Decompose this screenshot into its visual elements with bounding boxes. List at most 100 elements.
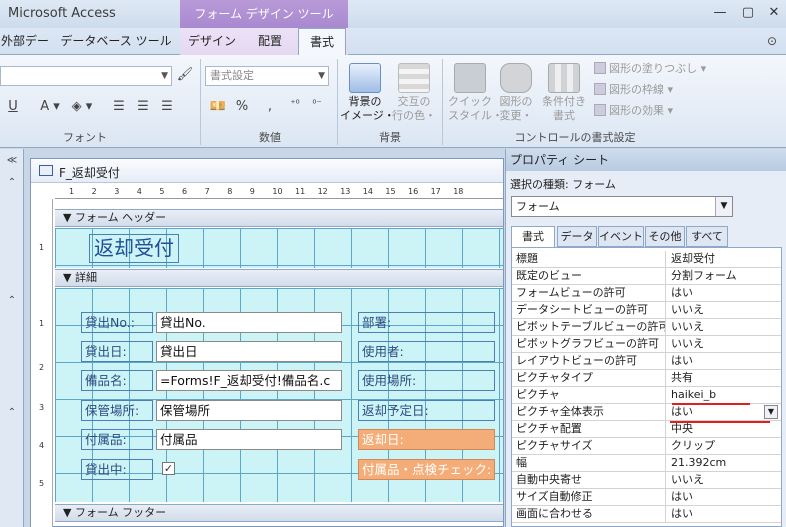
- font-color-icon[interactable]: A ▾: [36, 99, 64, 114]
- inspection-check-label[interactable]: 付属品・点検チェック:: [358, 459, 495, 480]
- equipment-name-label[interactable]: 備品名:: [81, 370, 153, 391]
- property-value[interactable]: クリップ: [667, 438, 781, 454]
- property-row[interactable]: 幅 21.392cm: [512, 455, 781, 472]
- property-row-selected[interactable]: ピクチャ全体表示 はい ▼: [512, 404, 781, 421]
- user-label[interactable]: 使用者:: [358, 341, 495, 362]
- shape-effect-button[interactable]: 図形の効果 ▾: [594, 103, 673, 119]
- form-title-label[interactable]: 返却受付: [89, 234, 179, 263]
- help-icon[interactable]: ⊙: [764, 34, 780, 48]
- tab-external-data[interactable]: 外部データ: [0, 28, 50, 75]
- underline-icon[interactable]: U: [6, 99, 20, 114]
- storage-location-textbox[interactable]: 保管場所: [156, 400, 342, 421]
- nav-collapse-icon[interactable]: ≪: [4, 155, 20, 166]
- property-row[interactable]: ピクチャタイプ 共有: [512, 370, 781, 387]
- property-row[interactable]: 標題 返却受付: [512, 251, 781, 268]
- tab-format[interactable]: 書式: [298, 28, 346, 56]
- property-row[interactable]: サイズ自動修正 はい: [512, 489, 781, 506]
- property-value[interactable]: いいえ: [667, 472, 781, 488]
- property-value[interactable]: 返却受付: [667, 251, 781, 267]
- property-row[interactable]: 画面に合わせる はい: [512, 506, 781, 523]
- background-image-button[interactable]: 背景の イメージ・: [340, 63, 395, 123]
- lending-no-textbox[interactable]: 貸出No.: [156, 312, 342, 333]
- property-value[interactable]: 中央: [667, 421, 781, 437]
- increase-decimal-icon[interactable]: ⁺⁰: [286, 99, 304, 110]
- format-painter-icon[interactable]: 🖌: [176, 67, 194, 82]
- change-shape-button[interactable]: 図形の 変更・: [494, 63, 538, 123]
- chevron-down-icon[interactable]: ▼: [715, 197, 732, 216]
- conditional-format-button[interactable]: 条件付き 書式: [538, 63, 590, 123]
- property-row[interactable]: ピクチャ配置 中央: [512, 421, 781, 438]
- minimize-button[interactable]: —: [708, 4, 732, 22]
- ps-tab-format[interactable]: 書式: [511, 226, 555, 248]
- property-row[interactable]: ピクチャサイズ クリップ: [512, 438, 781, 455]
- lending-date-label[interactable]: 貸出日:: [81, 341, 153, 362]
- property-value[interactable]: いいえ: [667, 302, 781, 318]
- currency-icon[interactable]: 💴: [208, 99, 228, 114]
- font-size-combo[interactable]: ▼: [0, 66, 172, 86]
- scheduled-return-label[interactable]: 返却予定日:: [358, 400, 495, 421]
- align-right-icon[interactable]: ☰: [158, 99, 176, 114]
- property-value[interactable]: haikei_b: [667, 387, 781, 403]
- ribbon-separator: [442, 59, 443, 145]
- property-value[interactable]: はい: [667, 489, 781, 505]
- fill-color-icon[interactable]: ◈ ▾: [68, 99, 96, 114]
- property-value[interactable]: 共有: [667, 370, 781, 386]
- percent-icon[interactable]: %: [234, 99, 250, 114]
- ps-tab-all[interactable]: すべて: [686, 226, 728, 247]
- tab-arrange[interactable]: 配置: [248, 28, 292, 55]
- chevron-down-icon[interactable]: ▼: [764, 405, 778, 419]
- property-row[interactable]: データシートビューの許可 いいえ: [512, 302, 781, 319]
- close-button[interactable]: ✕: [762, 4, 786, 22]
- lending-no-label[interactable]: 貸出No.:: [81, 312, 153, 333]
- ps-tab-other[interactable]: その他: [645, 226, 685, 247]
- comma-icon[interactable]: ,: [262, 99, 278, 114]
- property-row[interactable]: 自動中央寄せ いいえ: [512, 472, 781, 489]
- form-header-section-bar[interactable]: ▼ フォーム ヘッダー: [55, 209, 503, 227]
- property-row[interactable]: ピボットグラフビューの許可 いいえ: [512, 336, 781, 353]
- tab-design[interactable]: デザイン: [182, 28, 242, 55]
- property-row[interactable]: ピクチャ haikei_b: [512, 387, 781, 404]
- return-date-label[interactable]: 返却日:: [358, 429, 495, 450]
- property-value[interactable]: はい: [667, 506, 781, 522]
- quick-style-button[interactable]: クイック スタイル・: [448, 63, 503, 123]
- department-label[interactable]: 部署:: [358, 312, 495, 333]
- property-row[interactable]: レイアウトビューの許可 はい: [512, 353, 781, 370]
- align-left-icon[interactable]: ☰: [110, 99, 128, 114]
- form-footer-section-bar[interactable]: ▼ フォーム フッター: [55, 504, 503, 522]
- number-format-combo[interactable]: 書式設定 ▼: [205, 66, 329, 86]
- align-center-icon[interactable]: ☰: [134, 99, 152, 114]
- property-value[interactable]: 分割フォーム: [667, 268, 781, 284]
- shape-fill-button[interactable]: 図形の塗りつぶし ▾: [594, 61, 706, 77]
- object-selector[interactable]: フォーム ▼: [511, 196, 733, 217]
- equipment-name-textbox[interactable]: =Forms!F_返却受付!備品名.c: [156, 370, 342, 391]
- detail-section-bar[interactable]: ▼ 詳細: [55, 269, 503, 287]
- usage-location-label[interactable]: 使用場所:: [358, 370, 495, 391]
- nav-chevron-up-icon[interactable]: ⌃: [4, 407, 20, 418]
- property-value[interactable]: 21.392cm: [667, 455, 781, 471]
- property-row[interactable]: ピボットテーブルビューの許可 いいえ: [512, 319, 781, 336]
- property-value[interactable]: はい: [667, 353, 781, 369]
- property-value[interactable]: いいえ: [667, 336, 781, 352]
- property-value[interactable]: はい: [667, 285, 781, 301]
- maximize-button[interactable]: ▢: [736, 4, 760, 22]
- lending-date-textbox[interactable]: 貸出日: [156, 341, 342, 362]
- accessories-textbox[interactable]: 付属品: [156, 429, 342, 450]
- nav-chevron-up-icon[interactable]: ⌃: [4, 295, 20, 306]
- property-row[interactable]: 既定のビュー 分割フォーム: [512, 268, 781, 285]
- app-title: Microsoft Access: [8, 6, 116, 21]
- nav-chevron-up-icon[interactable]: ⌃: [4, 177, 20, 188]
- property-value[interactable]: いいえ: [667, 319, 781, 335]
- on-loan-checkbox[interactable]: ✓: [162, 462, 175, 475]
- property-name: ピクチャタイプ: [512, 370, 666, 386]
- tab-database-tools[interactable]: データベース ツール: [60, 28, 172, 55]
- property-row[interactable]: フォームビューの許可 はい: [512, 285, 781, 302]
- hruler-mark: 18: [453, 187, 464, 196]
- storage-location-label[interactable]: 保管場所:: [81, 400, 153, 421]
- decrease-decimal-icon[interactable]: ⁰⁻: [308, 99, 326, 110]
- ps-tab-data[interactable]: データ: [557, 226, 597, 247]
- shape-outline-button[interactable]: 図形の枠線 ▾: [594, 82, 673, 98]
- ps-tab-event[interactable]: イベント: [598, 226, 644, 247]
- on-loan-label[interactable]: 貸出中:: [81, 459, 153, 480]
- accessories-label[interactable]: 付属品:: [81, 429, 153, 450]
- alternate-row-color-button[interactable]: 交互の 行の色・: [391, 63, 437, 123]
